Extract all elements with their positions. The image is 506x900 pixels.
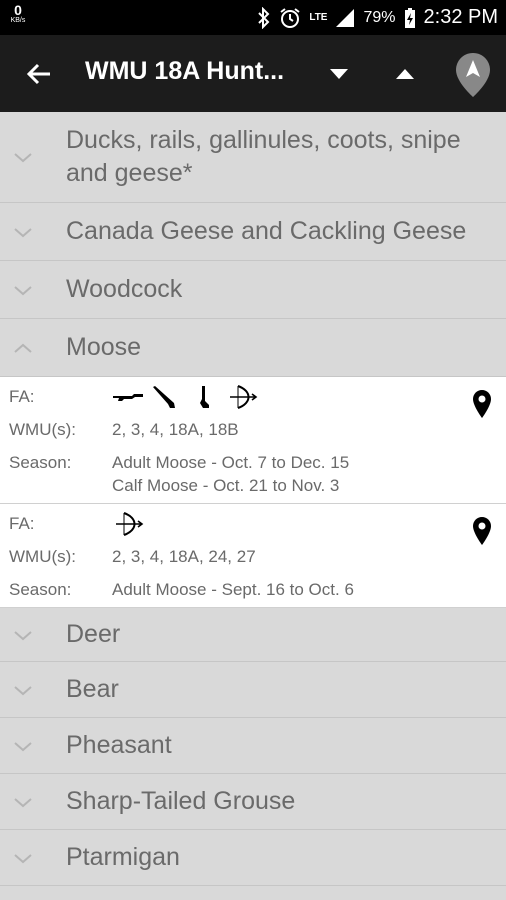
collapse-up-icon[interactable] [390, 61, 420, 87]
chevron-down-icon [14, 853, 32, 863]
chevron-down-icon [14, 797, 32, 807]
clock: 2:32 PM [423, 6, 498, 28]
app-bar: WMU 18A Hunt... [0, 35, 506, 112]
season-value: Adult Moose - Sept. 16 to Oct. 6 [112, 578, 506, 601]
category-label: Pheasant [66, 731, 172, 759]
season-line: Calf Moose - Oct. 21 to Nov. 3 [112, 476, 340, 495]
network-type-label: LTE [309, 11, 328, 23]
battery-percent: 79% [363, 8, 396, 26]
network-speed-value: 0 [14, 2, 22, 18]
category-sharp-tailed-grouse[interactable]: Sharp-Tailed Grouse [0, 774, 506, 830]
back-arrow-icon[interactable] [22, 57, 56, 91]
category-label: Ptarmigan [66, 843, 180, 871]
season-label: Season: [9, 580, 72, 599]
chevron-down-icon [14, 153, 32, 163]
wmu-value: 2, 3, 4, 18A, 24, 27 [112, 547, 256, 566]
signal-icon [335, 8, 355, 28]
category-label: Bear [66, 675, 119, 703]
category-label: Woodcock [66, 275, 183, 303]
chevron-down-icon [14, 685, 32, 695]
category-label: Deer [66, 620, 121, 648]
category-ptarmigan[interactable]: Ptarmigan [0, 830, 506, 886]
category-bear[interactable]: Bear [0, 662, 506, 718]
category-label: Sharp-Tailed Grouse [66, 787, 296, 815]
page-title: WMU 18A Hunt... [85, 57, 285, 85]
shotgun-icon [153, 385, 175, 408]
wmu-label: WMU(s): [9, 420, 77, 439]
bow-icon [230, 384, 258, 409]
category-woodcock[interactable]: Woodcock [0, 261, 506, 319]
chevron-up-icon [14, 343, 32, 353]
category-deer[interactable]: Deer [0, 608, 506, 662]
network-speed: 0 KB/s [8, 3, 28, 25]
season-label: Season: [9, 453, 72, 472]
alarm-icon [279, 7, 301, 29]
dropdown-arrow-icon[interactable] [324, 61, 354, 87]
category-ducks[interactable]: Ducks, rails, gallinules, coots, snipe a… [0, 112, 506, 203]
chevron-down-icon [14, 741, 32, 751]
category-moose[interactable]: Moose [0, 319, 506, 377]
muzzleloader-icon [200, 385, 209, 408]
map-pin-icon[interactable] [472, 389, 492, 419]
category-label: Ducks, rails, gallinules, coots, snipe a… [66, 126, 461, 187]
bluetooth-icon [257, 6, 271, 29]
network-speed-unit: KB/s [10, 17, 26, 24]
chevron-down-icon [14, 227, 32, 237]
status-bar: 0 KB/s LTE 79% 2:32 PM [0, 0, 506, 35]
rifle-icon [113, 393, 143, 401]
category-label: Moose [66, 333, 142, 361]
network-type: LTE [309, 11, 328, 23]
map-pin-icon[interactable] [472, 516, 492, 546]
category-label: Canada Geese and Cackling Geese [66, 217, 467, 245]
chevron-down-icon [14, 285, 32, 295]
season-line: Adult Moose - Sept. 16 to Oct. 6 [112, 580, 354, 599]
season-entry: FA: WMU(s): 2, 3, 4, 18A, 18B Season: Ad… [0, 377, 506, 504]
category-canada-geese[interactable]: Canada Geese and Cackling Geese [0, 203, 506, 261]
wmu-label: WMU(s): [9, 547, 77, 566]
fa-label: FA: [9, 514, 35, 533]
wmu-value: 2, 3, 4, 18A, 18B [112, 420, 239, 439]
category-pheasant[interactable]: Pheasant [0, 718, 506, 774]
firearm-icons [112, 384, 506, 409]
season-entry: FA: WMU(s): 2, 3, 4, 18A, 24, 27 Season:… [0, 504, 506, 608]
battery-icon [404, 7, 416, 29]
season-line: Adult Moose - Oct. 7 to Dec. 15 [112, 453, 350, 472]
chevron-down-icon [14, 630, 32, 640]
season-value: Adult Moose - Oct. 7 to Dec. 15 Calf Moo… [112, 451, 506, 497]
fa-label: FA: [9, 387, 35, 406]
bow-icon [116, 511, 144, 536]
firearm-icons [112, 511, 506, 536]
map-compass-icon[interactable] [454, 51, 492, 99]
species-list: Ducks, rails, gallinules, coots, snipe a… [0, 112, 506, 886]
